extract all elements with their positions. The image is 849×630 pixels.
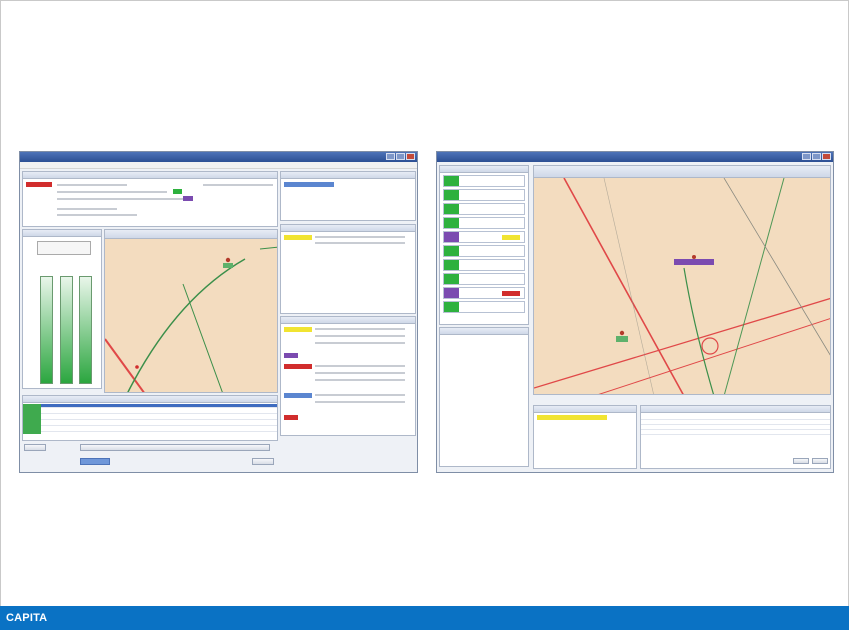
incident-detail-pane [22, 171, 278, 227]
table-row[interactable] [23, 404, 277, 408]
gauge-panel-header [23, 230, 101, 237]
screenshot-map-dispatch [436, 151, 834, 473]
list-item[interactable] [443, 231, 525, 243]
ok-button[interactable] [793, 458, 809, 464]
map-canvas[interactable] [534, 178, 830, 394]
gauge-bar-1 [40, 276, 53, 384]
list-item[interactable] [443, 301, 525, 313]
map-pane [533, 165, 831, 395]
screenshot-incident-console [19, 151, 418, 473]
table-row[interactable] [641, 426, 830, 430]
footer-wide-bar [80, 444, 270, 451]
queue-entry-tag [537, 415, 607, 420]
list-item[interactable] [443, 259, 525, 271]
summary-pane [280, 171, 416, 221]
window-title-bar [20, 152, 417, 162]
primary-action-button[interactable] [80, 458, 110, 465]
event-pane [280, 316, 416, 436]
priority-tag [26, 182, 52, 187]
gauge-bar-3 [79, 276, 92, 384]
event-tag-red-small [284, 415, 298, 420]
window-title-bar [437, 152, 833, 162]
resource-gauge-panel [22, 229, 102, 389]
log-entry-tag [284, 235, 312, 240]
event-tag-purple [284, 353, 298, 358]
gauge-bar-2 [60, 276, 73, 384]
map-toolbar [105, 230, 277, 239]
brand-logo-text: CAPITA [6, 612, 48, 624]
list-item[interactable] [443, 175, 525, 187]
summary-pane-header [281, 172, 415, 179]
incident-marker-icon [223, 263, 233, 268]
map-pane [104, 229, 278, 393]
event-tag-blue [284, 393, 312, 398]
cancel-button[interactable] [812, 458, 828, 464]
table-row[interactable] [23, 422, 277, 426]
incident-detail-header [23, 172, 277, 179]
map-canvas[interactable] [105, 239, 277, 392]
log-pane [280, 224, 416, 314]
table-row[interactable] [641, 416, 830, 420]
table-row[interactable] [23, 416, 277, 420]
table-row[interactable] [641, 421, 830, 425]
resource-list [22, 395, 278, 441]
resource-status-column [23, 404, 41, 434]
summary-tag [284, 182, 334, 187]
incident-marker-icon [616, 336, 628, 342]
log-pane-header [281, 225, 415, 232]
footer-button-left[interactable] [24, 444, 46, 451]
dispatch-queue-header [534, 406, 636, 413]
table-row[interactable] [23, 410, 277, 414]
event-tag-yellow [284, 327, 312, 332]
window-control-icons [801, 153, 831, 162]
footer-bar: CAPITA [0, 606, 849, 630]
secondary-action-button[interactable] [252, 458, 274, 465]
status-tag [173, 189, 182, 194]
list-item[interactable] [443, 203, 525, 215]
map-toolbar [534, 166, 830, 178]
table-row[interactable] [641, 431, 830, 435]
unit-detail-pane [439, 327, 529, 467]
unit-list-header [440, 166, 528, 173]
event-tag-red [284, 364, 312, 369]
category-tag [183, 196, 193, 201]
resource-list-header [23, 396, 277, 403]
event-pane-header [281, 317, 415, 324]
map-roads [105, 246, 277, 392]
list-item[interactable] [443, 217, 525, 229]
list-item[interactable] [443, 189, 525, 201]
resource-table-header [641, 406, 830, 413]
window-control-icons [385, 153, 415, 162]
list-item[interactable] [443, 245, 525, 257]
list-item[interactable] [443, 287, 525, 299]
list-item[interactable] [443, 273, 525, 285]
table-row[interactable] [23, 428, 277, 432]
map-roads [534, 178, 830, 394]
gauge-legend [37, 241, 91, 255]
resource-table-pane [640, 405, 831, 469]
unit-detail-header [440, 328, 528, 335]
menu-bar [20, 162, 417, 169]
unit-list-pane [439, 165, 529, 325]
dispatch-queue-pane [533, 405, 637, 469]
